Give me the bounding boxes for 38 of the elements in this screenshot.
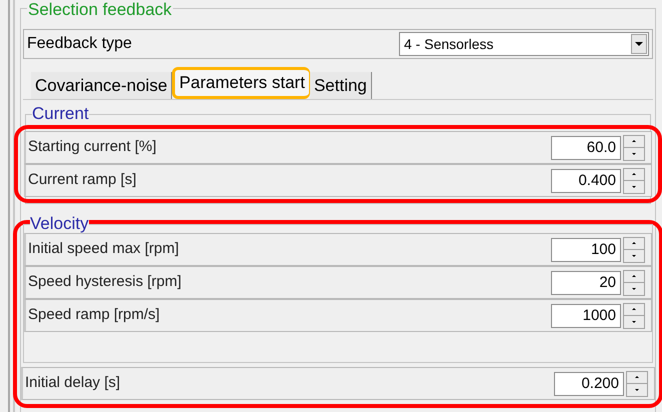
down-arrow-icon (632, 288, 636, 290)
up-arrow-icon (632, 173, 636, 176)
spin-buttons[interactable] (623, 270, 645, 296)
number-field[interactable]: 60.0 (551, 136, 621, 160)
section-title: Velocity (30, 215, 89, 232)
down-arrow-icon (632, 320, 636, 323)
spin-buttons[interactable] (626, 370, 648, 396)
tab[interactable]: Covariance-noise (31, 72, 172, 99)
up-arrow-icon (632, 242, 636, 244)
number-field[interactable]: 0.200 (554, 372, 624, 396)
parameter-label: Speed hysteresis [rpm] (28, 272, 182, 292)
parameter-label: Initial delay [s] (25, 373, 120, 394)
up-arrow-icon (635, 376, 639, 378)
section-title: Current (32, 105, 89, 122)
parameter-label: Current ramp [s] (28, 170, 136, 190)
number-field[interactable]: 0.400 (551, 168, 621, 192)
spin-buttons[interactable] (623, 236, 645, 262)
spin-buttons[interactable] (623, 302, 645, 328)
number-field[interactable]: 100 (551, 238, 621, 262)
spin-buttons[interactable] (623, 134, 645, 160)
number-field[interactable]: 1000 (551, 304, 621, 328)
tab[interactable]: Parameters start (172, 67, 310, 99)
up-arrow-icon (632, 275, 636, 278)
spin-buttons[interactable] (623, 168, 645, 194)
group-title: Selection feedback (27, 1, 173, 18)
tab[interactable]: Setting (310, 72, 372, 99)
number-field[interactable]: 20 (551, 270, 621, 294)
field-label: Feedback type (27, 34, 132, 54)
down-arrow-icon (635, 388, 639, 391)
parameter-label: Speed ramp [rpm/s] (28, 305, 160, 326)
up-arrow-icon (632, 308, 636, 310)
feedback-type-dropdown[interactable]: 4 - Sensorless (399, 32, 649, 56)
down-arrow-icon (632, 186, 636, 188)
parameter-label: Starting current [%] (28, 137, 156, 158)
down-arrow-icon (632, 254, 636, 257)
parameter-label: Initial speed max [rpm] (28, 239, 179, 260)
up-arrow-icon (632, 140, 636, 142)
down-arrow-icon (632, 152, 636, 155)
